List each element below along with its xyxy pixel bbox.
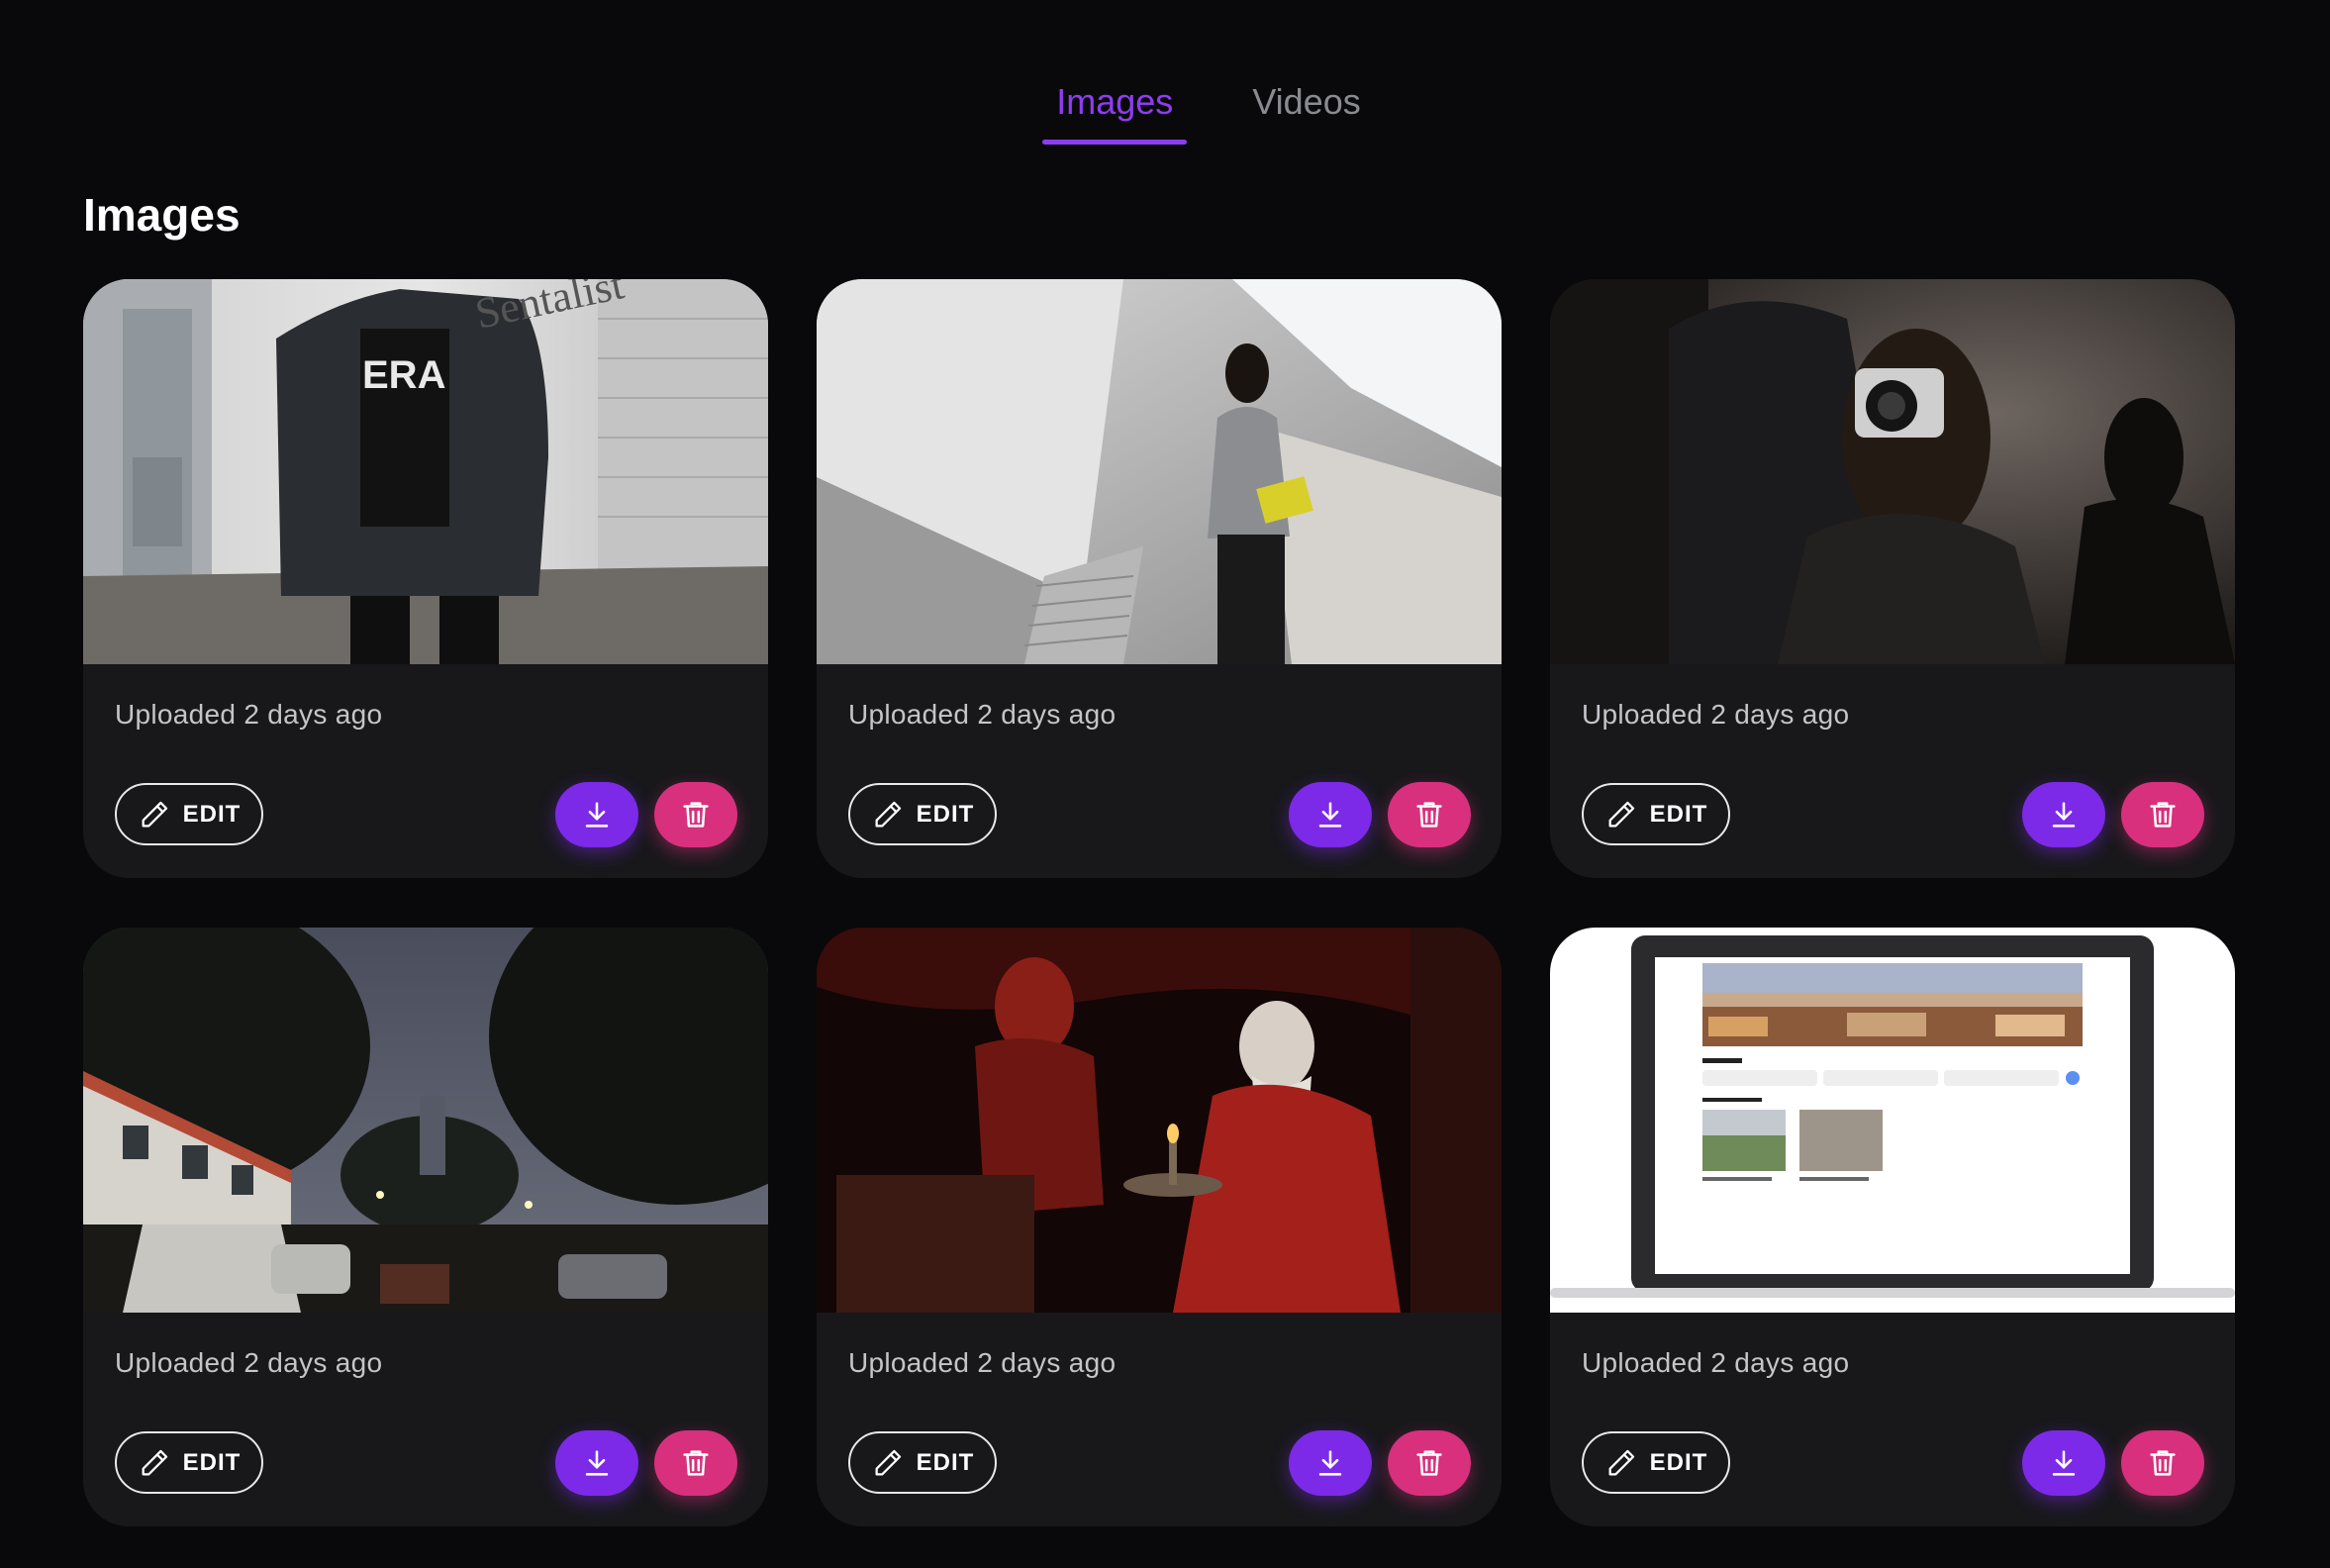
image-thumbnail[interactable] xyxy=(817,928,1502,1313)
image-thumbnail[interactable] xyxy=(1550,279,2235,664)
download-button[interactable] xyxy=(555,782,638,847)
edit-button[interactable]: EDIT xyxy=(115,783,263,845)
trash-icon xyxy=(2150,802,2176,828)
upload-time: Uploaded 2 days ago xyxy=(848,699,1116,730)
edit-label: EDIT xyxy=(1649,1448,1708,1476)
upload-time: Uploaded 2 days ago xyxy=(115,1347,383,1378)
upload-time: Uploaded 2 days ago xyxy=(1582,699,1850,730)
edit-label: EDIT xyxy=(916,1448,975,1476)
upload-time: Uploaded 2 days ago xyxy=(1582,1347,1850,1378)
download-button[interactable] xyxy=(1289,782,1372,847)
image-card: Uploaded 2 days ago EDIT xyxy=(83,928,768,1526)
delete-button[interactable] xyxy=(1388,1430,1471,1496)
pencil-icon xyxy=(875,1449,901,1475)
edit-button[interactable]: EDIT xyxy=(1582,783,1730,845)
download-button[interactable] xyxy=(555,1430,638,1496)
edit-label: EDIT xyxy=(1649,800,1708,828)
download-icon xyxy=(1318,802,1342,828)
image-thumbnail[interactable] xyxy=(817,279,1502,664)
image-card: Uploaded 2 days ago EDIT xyxy=(1550,928,2235,1526)
download-icon xyxy=(2052,1450,2076,1476)
download-button[interactable] xyxy=(1289,1430,1372,1496)
download-icon xyxy=(1318,1450,1342,1476)
trash-icon xyxy=(1416,802,1442,828)
pencil-icon xyxy=(142,801,167,827)
upload-time: Uploaded 2 days ago xyxy=(115,699,383,730)
pencil-icon xyxy=(875,801,901,827)
trash-icon xyxy=(683,1450,709,1476)
svg-text:ERA: ERA xyxy=(362,353,445,397)
pencil-icon xyxy=(1608,1449,1634,1475)
delete-button[interactable] xyxy=(654,782,737,847)
image-card: ERA Sentalist Uploaded 2 days ago EDIT xyxy=(83,279,768,878)
edit-button[interactable]: EDIT xyxy=(115,1431,263,1494)
image-thumbnail[interactable] xyxy=(83,928,768,1313)
image-thumbnail[interactable] xyxy=(1550,928,2235,1313)
edit-label: EDIT xyxy=(916,800,975,828)
download-icon xyxy=(585,802,609,828)
image-card: Uploaded 2 days ago EDIT xyxy=(817,279,1502,878)
delete-button[interactable] xyxy=(1388,782,1471,847)
image-thumbnail[interactable]: ERA Sentalist xyxy=(83,279,768,664)
edit-button[interactable]: EDIT xyxy=(1582,1431,1730,1494)
image-card: Uploaded 2 days ago EDIT xyxy=(817,928,1502,1526)
section-title: Images xyxy=(83,189,241,241)
trash-icon xyxy=(1416,1450,1442,1476)
download-icon xyxy=(2052,802,2076,828)
edit-label: EDIT xyxy=(182,1448,242,1476)
download-button[interactable] xyxy=(2022,782,2105,847)
download-icon xyxy=(585,1450,609,1476)
image-grid: ERA Sentalist Uploaded 2 days ago EDIT U… xyxy=(83,279,2235,1526)
trash-icon xyxy=(683,802,709,828)
edit-label: EDIT xyxy=(182,800,242,828)
trash-icon xyxy=(2150,1450,2176,1476)
delete-button[interactable] xyxy=(2121,1430,2204,1496)
pencil-icon xyxy=(1608,801,1634,827)
image-card: Uploaded 2 days ago EDIT xyxy=(1550,279,2235,878)
tab-videos[interactable]: Videos xyxy=(1238,71,1374,145)
delete-button[interactable] xyxy=(654,1430,737,1496)
tab-images[interactable]: Images xyxy=(1042,71,1188,145)
download-button[interactable] xyxy=(2022,1430,2105,1496)
pencil-icon xyxy=(142,1449,167,1475)
edit-button[interactable]: EDIT xyxy=(848,783,997,845)
upload-time: Uploaded 2 days ago xyxy=(848,1347,1116,1378)
delete-button[interactable] xyxy=(2121,782,2204,847)
edit-button[interactable]: EDIT xyxy=(848,1431,997,1494)
